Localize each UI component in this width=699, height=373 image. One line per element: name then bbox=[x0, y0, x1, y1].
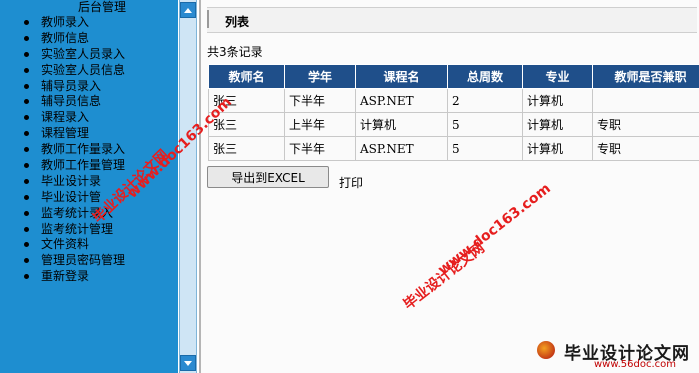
sidebar-item-relogin[interactable]: 重新登录 bbox=[0, 268, 125, 284]
scroll-down-button[interactable] bbox=[180, 355, 196, 371]
table-row: 张三 下半年 ASP.NET 2 计算机 bbox=[208, 88, 699, 113]
sidebar-item-admin-password[interactable]: 管理员密码管理 bbox=[0, 252, 125, 268]
cell-weeks: 2 bbox=[447, 88, 523, 113]
export-excel-button[interactable]: 导出到EXCEL bbox=[207, 166, 329, 188]
sidebar-item-label: 教师工作量管理 bbox=[41, 158, 126, 173]
column-header-major[interactable]: 专业 bbox=[522, 64, 593, 89]
cell-major: 计算机 bbox=[522, 112, 593, 137]
sidebar-item-teacher-entry[interactable]: 教师录入 bbox=[0, 14, 125, 30]
sidebar-item-counselor-entry[interactable]: 辅导员录入 bbox=[0, 78, 125, 94]
bullet-icon bbox=[24, 242, 29, 248]
bullet-icon bbox=[24, 131, 29, 137]
sidebar-item-label: 教师录入 bbox=[41, 15, 90, 29]
bullet-icon bbox=[24, 178, 29, 184]
sidebar-item-counselor-info[interactable]: 辅导员信息 bbox=[0, 93, 125, 109]
bullet-icon bbox=[24, 51, 29, 57]
bullet-icon bbox=[24, 35, 29, 41]
brand-logo-icon bbox=[537, 341, 555, 359]
table-header-row: 教师名 学年 课程名 总周数 专业 教师是否兼职 bbox=[208, 64, 699, 89]
sidebar-item-label: 辅导员信息 bbox=[41, 94, 102, 109]
section-header: 列表 bbox=[207, 7, 697, 33]
bullet-icon bbox=[24, 83, 29, 89]
arrow-up-icon bbox=[184, 7, 192, 13]
cell-term: 上半年 bbox=[284, 112, 356, 137]
bullet-icon bbox=[24, 274, 29, 280]
sidebar-menu: 教师录入 教师信息 实验室人员录入 实验室人员信息 辅导员录入 辅导员信息 课程… bbox=[0, 14, 125, 284]
sidebar-item-label: 课程管理 bbox=[41, 126, 90, 141]
bullet-icon bbox=[24, 99, 29, 105]
cell-weeks: 5 bbox=[447, 136, 523, 161]
cell-parttime bbox=[592, 88, 699, 113]
arrow-down-icon bbox=[184, 360, 192, 366]
cell-weeks: 5 bbox=[447, 112, 523, 137]
sidebar-item-label: 教师工作量录入 bbox=[41, 142, 126, 157]
sidebar-item-label: 文件资料 bbox=[41, 237, 90, 252]
sidebar-title: 后台管理 bbox=[78, 0, 127, 14]
sidebar-item-lab-staff-entry[interactable]: 实验室人员录入 bbox=[0, 46, 125, 62]
cell-course: ASP.NET bbox=[355, 88, 448, 113]
bullet-icon bbox=[24, 115, 29, 121]
section-title: 列表 bbox=[225, 15, 250, 29]
column-header-course[interactable]: 课程名 bbox=[355, 64, 448, 89]
sidebar-item-label: 管理员密码管理 bbox=[41, 253, 126, 268]
sidebar-scrollbar[interactable] bbox=[179, 0, 197, 373]
sidebar-item-label: 毕业设计录 bbox=[41, 173, 102, 188]
column-header-parttime[interactable]: 教师是否兼职 bbox=[592, 64, 699, 89]
record-count: 共3条记录 bbox=[207, 45, 263, 59]
bullet-icon bbox=[24, 67, 29, 73]
sidebar-item-label: 实验室人员录入 bbox=[41, 46, 126, 61]
sidebar-item-lab-staff-info[interactable]: 实验室人员信息 bbox=[0, 62, 125, 78]
bullet-icon bbox=[24, 163, 29, 169]
cell-major: 计算机 bbox=[522, 136, 593, 161]
cell-major: 计算机 bbox=[522, 88, 593, 113]
column-header-term[interactable]: 学年 bbox=[284, 64, 356, 89]
footer-url: www.56doc.com bbox=[594, 359, 677, 370]
sidebar-item-thesis-entry[interactable]: 毕业设计录 bbox=[0, 173, 125, 189]
sidebar-item-documents[interactable]: 文件资料 bbox=[0, 236, 125, 252]
table-row: 张三 下半年 ASP.NET 5 计算机 专职 bbox=[208, 136, 699, 161]
table-row: 张三 上半年 计算机 5 计算机 专职 bbox=[208, 112, 699, 137]
sidebar-item-workload-manage[interactable]: 教师工作量管理 bbox=[0, 157, 125, 173]
bullet-icon bbox=[24, 147, 29, 153]
records-table: 教师名 学年 课程名 总周数 专业 教师是否兼职 张三 下半年 ASP.NET … bbox=[208, 64, 699, 161]
column-header-weeks[interactable]: 总周数 bbox=[447, 64, 523, 89]
cell-course: 计算机 bbox=[355, 112, 448, 137]
main-content: 列表 共3条记录 教师名 学年 课程名 总周数 专业 教师是否兼职 张三 下半年… bbox=[199, 0, 699, 373]
cell-teacher: 张三 bbox=[208, 136, 285, 161]
sidebar-item-label: 辅导员录入 bbox=[41, 78, 102, 93]
bullet-icon bbox=[24, 20, 29, 25]
bullet-icon bbox=[24, 194, 29, 200]
cell-term: 下半年 bbox=[284, 136, 356, 161]
bullet-icon bbox=[24, 226, 29, 232]
cell-parttime: 专职 bbox=[592, 136, 699, 161]
bullet-icon bbox=[24, 210, 29, 216]
scroll-up-button[interactable] bbox=[180, 2, 196, 18]
sidebar-item-label: 教师信息 bbox=[41, 30, 90, 45]
cell-term: 下半年 bbox=[284, 88, 356, 113]
cell-course: ASP.NET bbox=[355, 136, 448, 161]
sidebar-item-label: 重新登录 bbox=[41, 269, 90, 284]
column-header-teacher[interactable]: 教师名 bbox=[208, 64, 285, 89]
cell-parttime: 专职 bbox=[592, 112, 699, 137]
sidebar-item-course-entry[interactable]: 课程录入 bbox=[0, 109, 125, 125]
sidebar-item-label: 课程录入 bbox=[41, 110, 90, 125]
sidebar-item-label: 实验室人员信息 bbox=[41, 62, 126, 77]
sidebar-item-teacher-info[interactable]: 教师信息 bbox=[0, 30, 125, 46]
sidebar-item-label: 毕业设计管 bbox=[41, 189, 102, 204]
bullet-icon bbox=[24, 258, 29, 264]
section-marker bbox=[207, 10, 209, 28]
sidebar-item-workload-entry[interactable]: 教师工作量录入 bbox=[0, 141, 125, 157]
print-link[interactable]: 打印 bbox=[339, 174, 363, 191]
sidebar-item-course-manage[interactable]: 课程管理 bbox=[0, 125, 125, 141]
